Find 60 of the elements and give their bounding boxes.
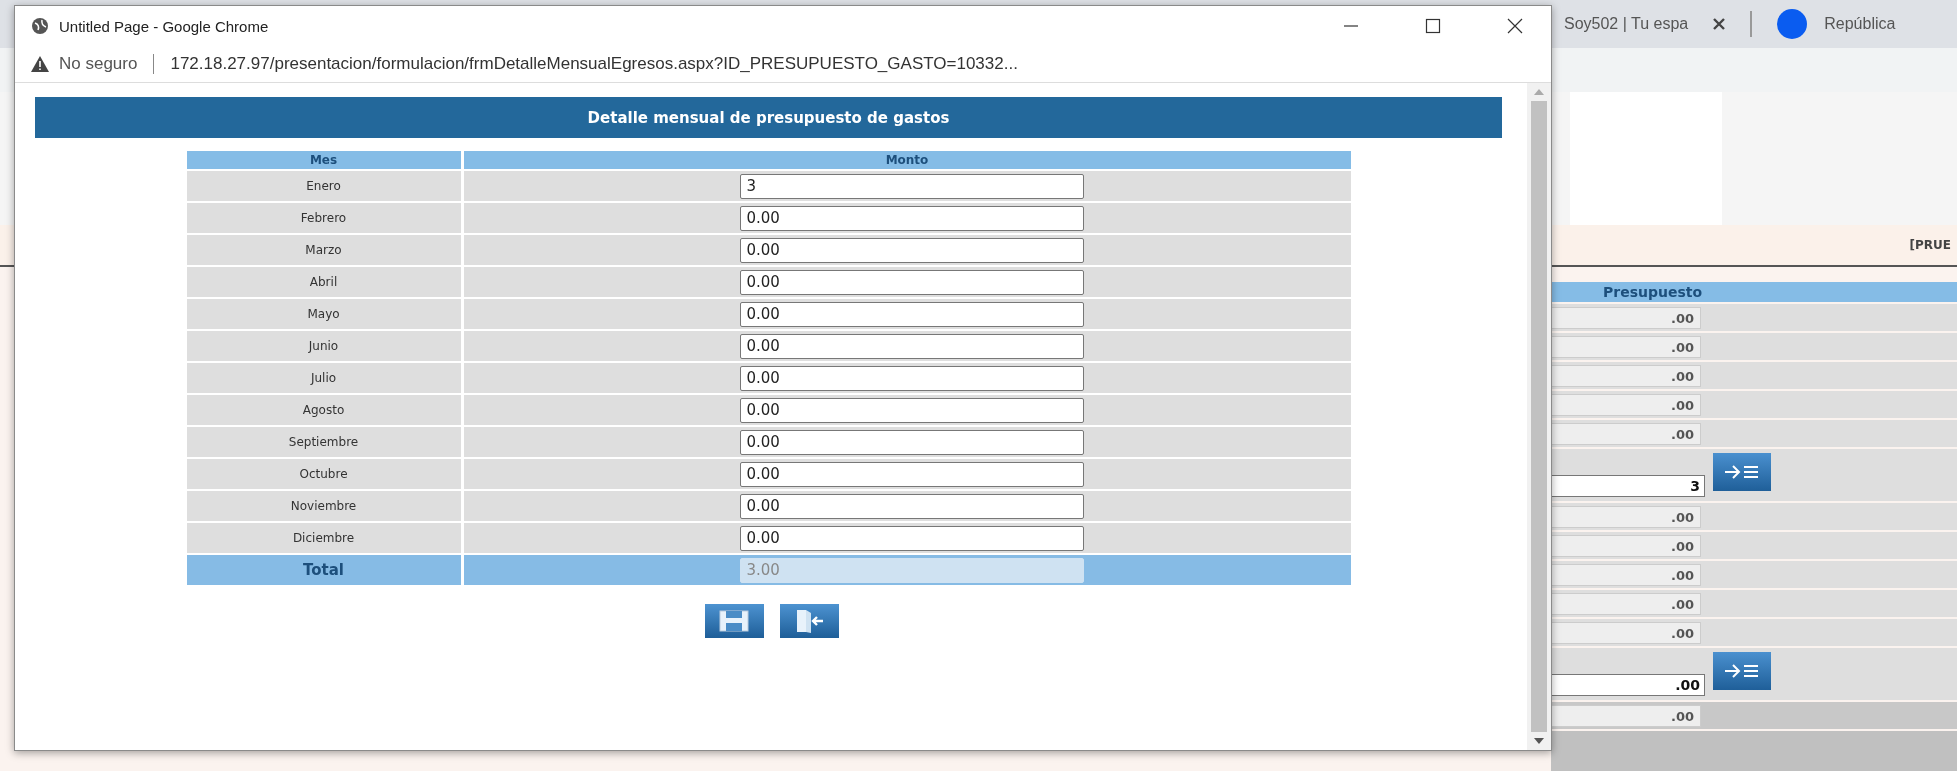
month-cell: Julio (186, 363, 461, 393)
amount-cell: .00 (1551, 621, 1701, 644)
amount-input[interactable]: 0.00 (739, 269, 1084, 295)
warning-icon (31, 56, 49, 72)
month-cell: Marzo (186, 235, 461, 265)
month-cell: Diciembre (186, 523, 461, 553)
month-cell: Agosto (186, 395, 461, 425)
scroll-down-icon[interactable] (1534, 738, 1544, 744)
amount-cell: .00 (1551, 534, 1701, 557)
amount-input[interactable]: 0.00 (739, 397, 1084, 423)
month-cell: Febrero (186, 203, 461, 233)
amount-input[interactable]: .00 (1551, 674, 1705, 696)
maximize-icon[interactable] (1425, 18, 1441, 34)
amount-cell: .00 (1551, 364, 1701, 387)
column-header: Mes (186, 151, 461, 169)
amount-cell: .00 (1551, 393, 1701, 416)
browser-tab[interactable]: República (1824, 15, 1896, 33)
amount-input[interactable]: 0.00 (739, 237, 1084, 263)
month-cell: Enero (186, 171, 461, 201)
amount-cell: .00 (1551, 563, 1701, 586)
floppy-icon (716, 609, 752, 633)
amount-input[interactable]: 0.00 (739, 461, 1084, 487)
url-text[interactable]: 172.18.27.97/presentacion/formulacion/frmDetalleMensualEgresos.aspx?ID_PRESUPUESTO_GASTO=10332... (170, 54, 1018, 74)
amount-cell: .00 (1551, 704, 1701, 727)
distribute-button[interactable] (1713, 652, 1771, 690)
month-cell: Junio (186, 331, 461, 361)
save-button[interactable] (704, 604, 764, 638)
exit-button[interactable] (779, 604, 839, 638)
amount-cell: .00 (1551, 422, 1701, 445)
month-cell: Septiembre (186, 427, 461, 457)
month-cell: Mayo (186, 299, 461, 329)
globe-icon (31, 17, 49, 35)
month-cell: Abril (186, 267, 461, 297)
month-cell: Octubre (186, 459, 461, 489)
amount-input[interactable]: 0.00 (739, 429, 1084, 455)
close-icon[interactable] (1507, 18, 1523, 34)
amount-cell: .00 (1551, 592, 1701, 615)
amount-input[interactable]: 0.00 (739, 205, 1084, 231)
amount-cell: .00 (1551, 306, 1701, 329)
banner-text: [PRUE (1909, 238, 1951, 252)
distribute-button[interactable] (1713, 453, 1771, 491)
month-cell: Noviembre (186, 491, 461, 521)
browser-tab[interactable]: Soy502 | Tu espa (1564, 15, 1689, 33)
security-label: No seguro (59, 54, 138, 74)
column-header: Monto (463, 151, 1351, 169)
amount-input[interactable]: 0.00 (739, 333, 1084, 359)
total-label: Total (186, 555, 461, 585)
amount-cell: .00 (1551, 505, 1701, 528)
amount-cell: .00 (1551, 335, 1701, 358)
close-icon[interactable] (1712, 17, 1727, 31)
amount-input[interactable]: 3 (1551, 475, 1705, 497)
window-title: Untitled Page - Google Chrome (59, 17, 269, 35)
amount-input[interactable]: 0.00 (739, 525, 1084, 551)
column-header: Presupuesto (1551, 282, 1957, 302)
amount-input[interactable]: 0.00 (739, 301, 1084, 327)
amount-input[interactable]: 0.00 (739, 493, 1084, 519)
amount-input[interactable]: 3 (739, 173, 1084, 199)
circle-icon (1776, 8, 1809, 40)
amount-input[interactable]: 0.00 (739, 365, 1084, 391)
page-heading: Detalle mensual de presupuesto de gastos (35, 97, 1502, 138)
